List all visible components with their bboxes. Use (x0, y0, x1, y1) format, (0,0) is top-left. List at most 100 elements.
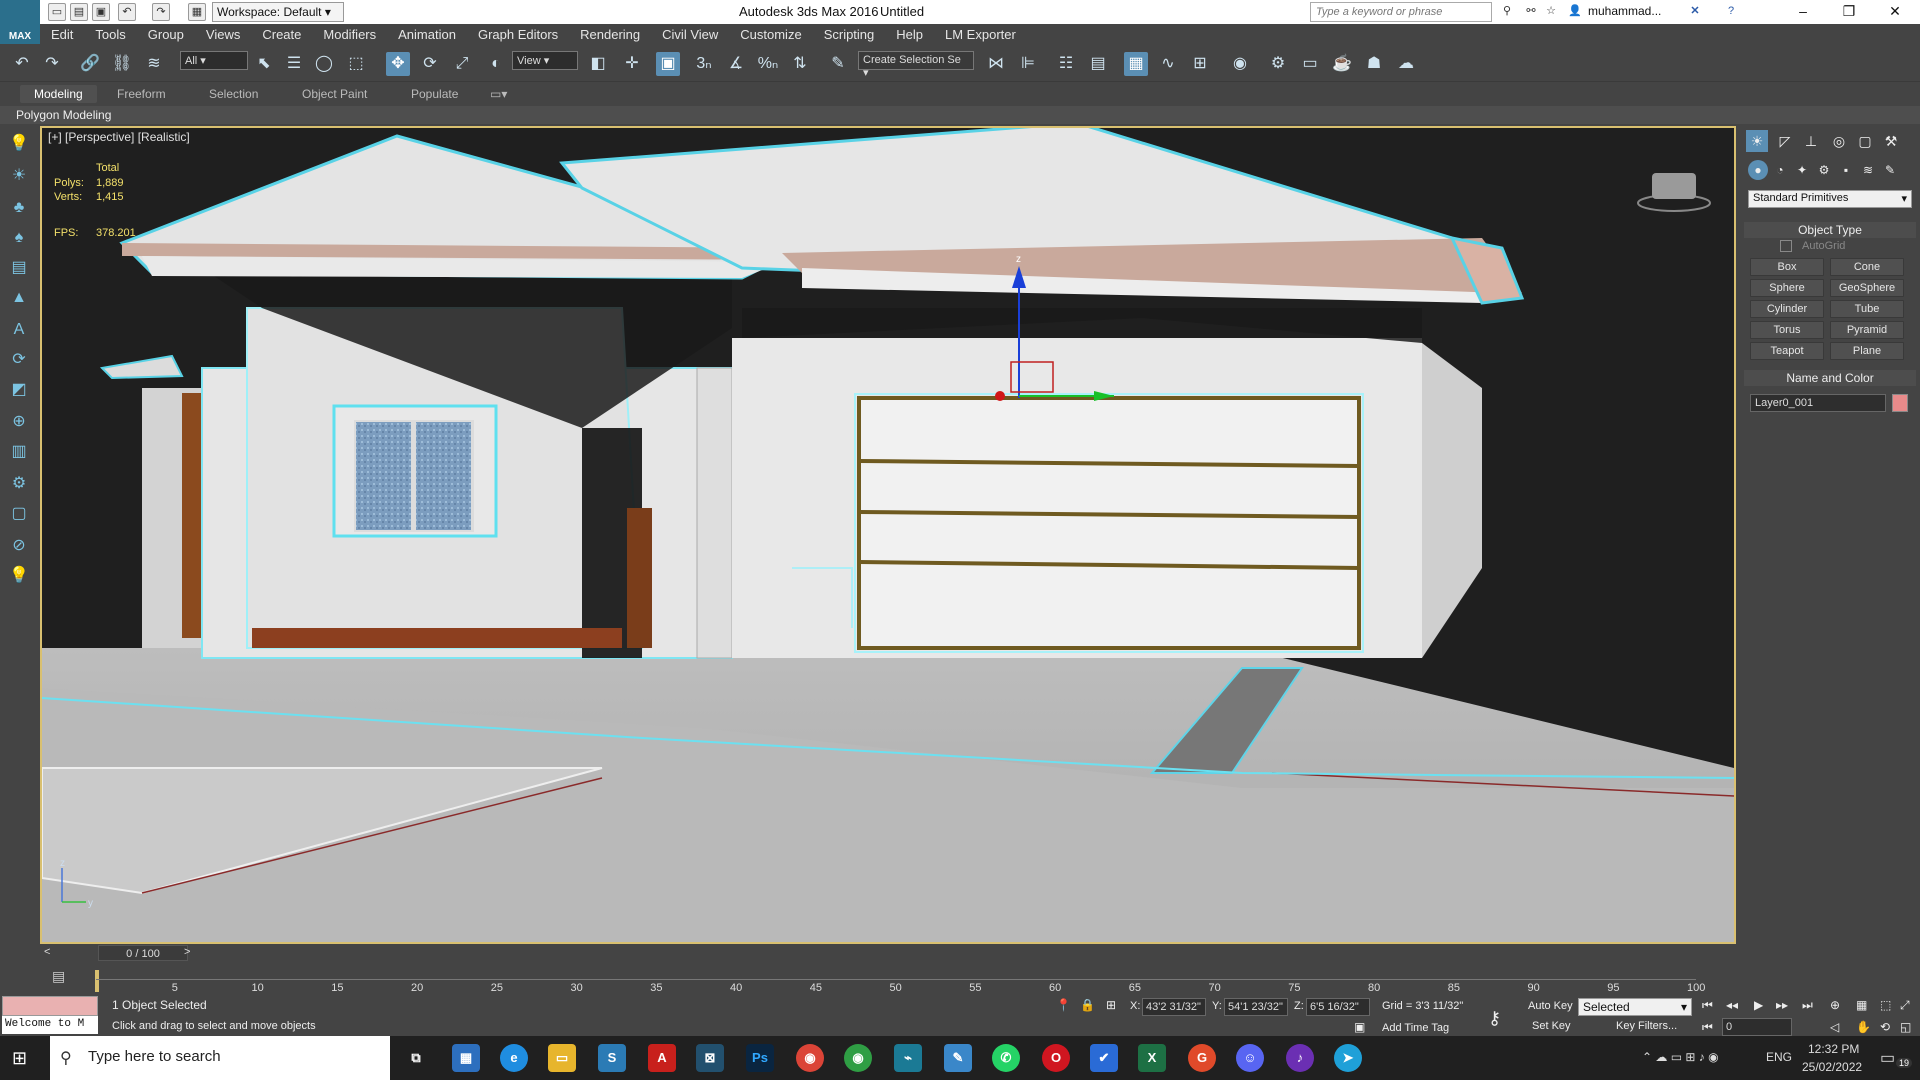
chrome-profile-icon[interactable]: ◉ (844, 1044, 872, 1072)
calculator-icon[interactable]: ▦ (452, 1044, 480, 1072)
minimize-button[interactable]: – (1780, 0, 1826, 24)
search-input[interactable]: Type a keyword or phrase (1310, 2, 1492, 22)
curve-editor-icon[interactable]: ∿ (1156, 52, 1180, 76)
pyramid-button[interactable]: Pyramid (1830, 321, 1904, 339)
time-slider[interactable]: 0 / 100 (98, 945, 188, 961)
prev-key-icon[interactable]: ◂◂ (1726, 998, 1738, 1012)
pan-icon[interactable]: ✋ (1856, 1020, 1871, 1034)
menu-group[interactable]: Group (137, 24, 195, 46)
lights-icon[interactable]: ✦ (1792, 160, 1812, 180)
layer-explorer-icon[interactable]: ☷ (1054, 52, 1078, 76)
zoom-all-icon[interactable]: ▦ (1856, 998, 1867, 1012)
rotate-icon[interactable]: ⟳ (7, 348, 31, 372)
bulb-icon[interactable]: 💡 (7, 564, 31, 588)
menu-create[interactable]: Create (251, 24, 312, 46)
select-move-icon[interactable]: ✥ (386, 52, 410, 76)
tab-modeling[interactable]: Modeling (20, 85, 97, 103)
maxscript-listener[interactable] (2, 996, 98, 1016)
hierarchy-tab-icon[interactable]: ⊥ (1800, 130, 1822, 152)
zoom-icon[interactable]: ⊕ (1830, 998, 1840, 1012)
key-mode-icon[interactable]: ⏮ (1702, 1020, 1713, 1035)
menu-rendering[interactable]: Rendering (569, 24, 651, 46)
menu-customize[interactable]: Customize (729, 24, 812, 46)
screen-icon[interactable]: ▢ (7, 502, 31, 526)
edge-icon[interactable]: e (500, 1044, 528, 1072)
x-coordinate[interactable]: 43'2 31/32" (1142, 998, 1206, 1016)
photoshop-icon[interactable]: Ps (746, 1044, 774, 1072)
next-key-icon[interactable]: ▸▸ (1776, 998, 1788, 1012)
next-frame-icon[interactable]: > (184, 946, 190, 958)
menu-animation[interactable]: Animation (387, 24, 467, 46)
geometry-icon[interactable]: ● (1748, 160, 1768, 180)
render-icon[interactable]: ☕ (1330, 52, 1354, 76)
polygon-modeling-panel[interactable]: Polygon Modeling (0, 106, 1920, 124)
cameras-icon[interactable]: ⚙ (1814, 160, 1834, 180)
percent-snap-icon[interactable]: %ₙ (756, 52, 780, 76)
selection-filter-dropdown[interactable]: All ▾ (180, 51, 248, 70)
whatsapp-icon[interactable]: ✆ (992, 1044, 1020, 1072)
panel-icon[interactable]: ▥ (7, 440, 31, 464)
select-object-icon[interactable]: ⬉ (252, 52, 276, 76)
mirror-icon[interactable]: ⋈ (984, 52, 1008, 76)
user-icon[interactable]: 👤 (1566, 3, 1584, 21)
prev-frame-icon[interactable]: < (44, 946, 50, 958)
utilities-tab-icon[interactable]: ⚒ (1880, 130, 1902, 152)
maximize-button[interactable]: ❐ (1826, 0, 1872, 24)
ribbon-options-icon[interactable]: ▭▾ (490, 87, 507, 101)
shapes-icon[interactable]: ◔ (1770, 160, 1790, 180)
track-bar[interactable]: ▤ 5 10 15 20 25 30 35 40 45 50 55 60 65 70 75 80 85 90 95 1… (0, 962, 1920, 994)
viewport-max-toggle-icon[interactable]: ◱ (1900, 1020, 1911, 1034)
bind-spacewarp-icon[interactable]: ≋ (142, 52, 166, 76)
workspace-dropdown[interactable]: Workspace: Default ▾ (212, 2, 344, 22)
key-icon[interactable]: ⚷ (1488, 1008, 1501, 1029)
autogrid-checkbox[interactable] (1780, 240, 1792, 252)
tab-object-paint[interactable]: Object Paint (302, 87, 367, 101)
keyboard-shortcut-icon[interactable]: ▣ (656, 52, 680, 76)
select-by-name-icon[interactable]: ☰ (282, 52, 306, 76)
spacewarps-icon[interactable]: ≋ (1858, 160, 1878, 180)
gear-icon[interactable]: ⚙ (7, 472, 31, 496)
box-button[interactable]: Box (1750, 258, 1824, 276)
menu-help[interactable]: Help (885, 24, 934, 46)
rect-selection-icon[interactable]: ◯ (312, 52, 336, 76)
lock-icon[interactable]: 🔒 (1080, 998, 1095, 1012)
place-icon[interactable]: ◐ (484, 52, 508, 76)
chrome-icon[interactable]: ◉ (796, 1044, 824, 1072)
menu-views[interactable]: Views (195, 24, 251, 46)
cylinder-button[interactable]: Cylinder (1750, 300, 1824, 318)
tab-freeform[interactable]: Freeform (117, 87, 166, 101)
maxscript-output[interactable]: Welcome to M (2, 1016, 98, 1034)
go-start-icon[interactable]: ⏮ (1702, 998, 1713, 1013)
display-tab-icon[interactable]: ▢ (1854, 130, 1876, 152)
notes-icon[interactable]: ✎ (944, 1044, 972, 1072)
torus-button[interactable]: Torus (1750, 321, 1824, 339)
star-icon[interactable]: ☆ (1542, 3, 1560, 21)
set-key-button[interactable]: Set Key (1532, 1020, 1571, 1032)
create-tab-icon[interactable]: ☀ (1746, 130, 1768, 152)
book-icon[interactable]: ▤ (7, 256, 31, 280)
isolate-icon[interactable]: 📍 (1056, 998, 1071, 1012)
object-type-rollout[interactable]: Object Type (1744, 222, 1916, 238)
civil-icon[interactable]: ⊠ (696, 1044, 724, 1072)
sphere-button[interactable]: Sphere (1750, 279, 1824, 297)
zoom-extents-icon[interactable]: ⬚ (1880, 998, 1891, 1012)
named-selection-dropdown[interactable]: Create Selection Se ▾ (858, 51, 974, 79)
menu-scripting[interactable]: Scripting (813, 24, 886, 46)
fov-icon[interactable]: ◁ (1830, 1020, 1839, 1034)
schematic-view-icon[interactable]: ⊞ (1188, 52, 1212, 76)
absolute-mode-icon[interactable]: ⊞ (1106, 998, 1116, 1012)
scene-icon[interactable]: ◩ (7, 378, 31, 402)
telegram-icon[interactable]: ➤ (1334, 1044, 1362, 1072)
name-color-rollout[interactable]: Name and Color (1744, 370, 1916, 386)
project-folder-icon[interactable]: ▦ (188, 3, 206, 21)
geosphere-button[interactable]: GeoSphere (1830, 279, 1904, 297)
go-end-icon[interactable]: ⏭ (1802, 998, 1813, 1013)
ribbon-toggle-icon[interactable]: ▦ (1124, 52, 1148, 76)
tray-icons[interactable]: ⌃ ☁ ▭ ⊞ ♪ ◉ (1642, 1050, 1719, 1064)
clock-date[interactable]: 25/02/2022 (1802, 1060, 1862, 1074)
object-color-swatch[interactable] (1892, 394, 1908, 412)
menu-modifiers[interactable]: Modifiers (312, 24, 387, 46)
forest-icon[interactable]: ♠ (7, 226, 31, 250)
cone-button[interactable]: Cone (1830, 258, 1904, 276)
render-setup-icon[interactable]: ⚙ (1266, 52, 1290, 76)
